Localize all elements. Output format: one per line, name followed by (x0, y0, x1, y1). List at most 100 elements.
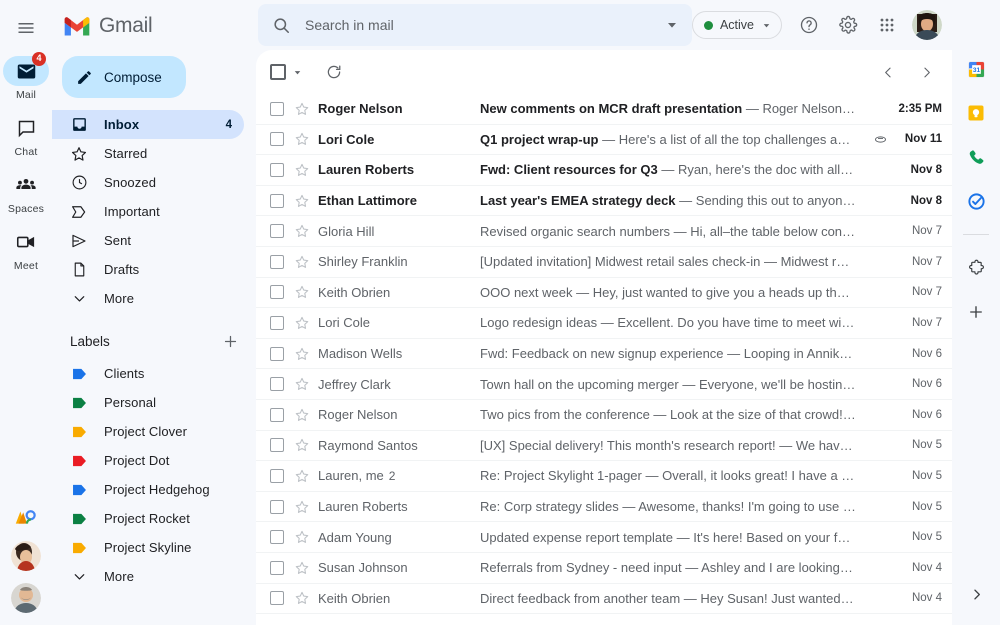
rail-item-mail[interactable]: 4 Mail (0, 52, 52, 101)
table-row[interactable]: Raymond Santos [UX] Special delivery! Thi… (256, 430, 952, 462)
sidebar-item-important[interactable]: Important (52, 197, 244, 226)
sidebar-item-more[interactable]: More (52, 284, 244, 313)
sidebar-item-label-clients[interactable]: Clients (52, 359, 244, 388)
table-row[interactable]: Lori Cole Logo redesign ideas — Excellent… (256, 308, 952, 339)
star-icon[interactable] (292, 590, 312, 606)
star-icon[interactable] (292, 101, 312, 117)
table-row[interactable]: Lori Cole Q1 project wrap-up — Here's a l… (256, 124, 952, 156)
table-row[interactable]: Lauren Roberts Re: Corp strategy slides —… (256, 491, 952, 523)
calendar-icon[interactable]: 31 (961, 54, 991, 84)
sidebar-item-label-project-clover[interactable]: Project Clover (52, 417, 244, 446)
addons-icon[interactable] (961, 253, 991, 283)
tasks-icon[interactable] (961, 186, 991, 216)
search-bar[interactable] (258, 4, 692, 46)
avatar-contact-1[interactable] (11, 541, 41, 571)
row-select-checkbox[interactable] (270, 346, 284, 361)
google-apps-button[interactable] (869, 7, 905, 43)
expand-side-panel-button[interactable] (961, 579, 991, 609)
create-label-button[interactable] (218, 329, 242, 353)
help-button[interactable] (791, 7, 827, 43)
star-icon[interactable] (292, 560, 312, 576)
table-row[interactable]: Roger Nelson New comments on MCR draft pr… (256, 94, 952, 125)
star-icon[interactable] (292, 376, 312, 392)
search-input[interactable] (305, 17, 664, 33)
sidebar-item-snoozed[interactable]: Snoozed (52, 168, 244, 197)
row-select-checkbox[interactable] (270, 530, 284, 545)
row-select-checkbox[interactable] (270, 254, 284, 269)
row-select-checkbox[interactable] (270, 438, 284, 453)
row-select-checkbox[interactable] (270, 591, 284, 606)
sidebar-item-starred[interactable]: Starred (52, 139, 244, 168)
sidebar-item-label-project-dot[interactable]: Project Dot (52, 446, 244, 475)
sidebar-item-sent[interactable]: Sent (52, 226, 244, 255)
refresh-button[interactable] (316, 54, 352, 90)
row-select-checkbox[interactable] (270, 560, 284, 575)
labels-list: Clients Personal Project Clover Project … (52, 359, 256, 591)
keep-icon[interactable] (961, 98, 991, 128)
settings-button[interactable] (830, 7, 866, 43)
row-select-checkbox[interactable] (270, 468, 284, 483)
older-page-button[interactable] (908, 54, 944, 90)
add-side-panel-icon[interactable] (961, 297, 991, 327)
star-icon[interactable] (292, 223, 312, 239)
star-icon[interactable] (292, 193, 312, 209)
row-select-checkbox[interactable] (270, 315, 284, 330)
chevron-down-icon (294, 70, 300, 74)
gmail-logo[interactable]: Gmail (52, 6, 256, 46)
rail-item-chat[interactable]: Chat (0, 113, 52, 158)
table-row[interactable]: Gloria Hill Revised organic search number… (256, 216, 952, 247)
table-row[interactable]: Keith Obrien Direct feedback from another… (256, 583, 952, 615)
star-icon[interactable] (292, 284, 312, 300)
sidebar-item-label-personal[interactable]: Personal (52, 388, 244, 417)
newer-page-button[interactable] (870, 54, 906, 90)
select-all-dropdown[interactable] (288, 63, 306, 81)
star-icon[interactable] (292, 499, 312, 515)
table-row[interactable]: Roger Nelson Two pics from the conference… (256, 399, 952, 431)
star-icon[interactable] (292, 162, 312, 178)
sidebar-item-label-project-rocket[interactable]: Project Rocket (52, 504, 244, 533)
table-row[interactable]: Lauren Roberts Fwd: Client resources for … (256, 155, 952, 186)
table-row[interactable]: Susan Johnson Referrals from Sydney - nee… (256, 552, 952, 584)
row-select-checkbox[interactable] (270, 285, 284, 300)
star-icon[interactable] (292, 254, 312, 270)
star-icon[interactable] (292, 131, 312, 147)
table-row[interactable]: Jeffrey Clark Town hall on the upcoming m… (256, 369, 952, 400)
search-icon (274, 17, 289, 33)
main-menu-button[interactable] (6, 8, 46, 48)
star-icon[interactable] (292, 468, 312, 484)
star-icon[interactable] (292, 407, 312, 423)
table-row[interactable]: Keith Obrien OOO next week — Hey, just wa… (256, 277, 952, 309)
row-select-checkbox[interactable] (270, 101, 284, 116)
star-icon[interactable] (292, 346, 312, 362)
contacts-icon[interactable] (961, 142, 991, 172)
sidebar-item-labels-more[interactable]: More (52, 562, 244, 591)
star-icon[interactable] (292, 437, 312, 453)
row-select-checkbox[interactable] (270, 499, 284, 514)
table-row[interactable]: Adam Young Updated expense report templat… (256, 522, 952, 553)
sidebar-item-inbox[interactable]: Inbox 4 (52, 110, 244, 139)
row-select-checkbox[interactable] (270, 224, 284, 239)
sidebar-item-label-project-hedgehog[interactable]: Project Hedgehog (52, 475, 244, 504)
row-select-checkbox[interactable] (270, 407, 284, 422)
rail-item-meet[interactable]: Meet (0, 227, 52, 272)
star-icon[interactable] (292, 315, 312, 331)
table-row[interactable]: Madison Wells Fwd: Feedback on new signup… (256, 338, 952, 370)
row-select-checkbox[interactable] (270, 162, 284, 177)
sidebar-item-label-project-skyline[interactable]: Project Skyline (52, 533, 244, 562)
table-row[interactable]: Shirley Franklin [Updated invitation] Mid… (256, 246, 952, 278)
table-row[interactable]: Lauren, me 2 Re: Project Skylight 1-pager … (256, 461, 952, 492)
row-select-checkbox[interactable] (270, 132, 284, 147)
sidebar-item-drafts[interactable]: Drafts (52, 255, 244, 284)
table-row[interactable]: Ethan Lattimore Last year's EMEA strategy… (256, 185, 952, 217)
account-avatar[interactable] (912, 10, 942, 40)
status-button[interactable]: Active (691, 11, 782, 39)
contacts-shortcut-icon[interactable] (13, 507, 39, 529)
select-all-checkbox[interactable] (270, 64, 286, 80)
row-select-checkbox[interactable] (270, 193, 284, 208)
star-icon[interactable] (292, 529, 312, 545)
search-options-icon[interactable] (664, 17, 680, 33)
compose-button[interactable]: Compose (62, 56, 186, 98)
avatar-contact-2[interactable] (11, 583, 41, 613)
row-select-checkbox[interactable] (270, 377, 284, 392)
rail-item-spaces[interactable]: Spaces (0, 170, 52, 215)
